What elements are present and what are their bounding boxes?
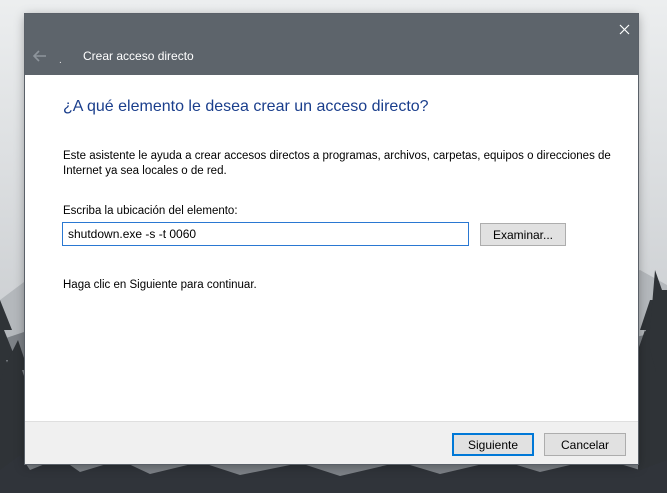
window-title: Crear acceso directo bbox=[83, 49, 194, 63]
continue-hint: Haga clic en Siguiente para continuar. bbox=[63, 279, 257, 291]
page-heading: ¿A qué elemento le desea crear un acceso… bbox=[63, 98, 429, 115]
location-label: Escriba la ubicación del elemento: bbox=[63, 205, 238, 217]
back-button[interactable] bbox=[31, 48, 49, 64]
next-button[interactable]: Siguiente bbox=[452, 433, 534, 456]
shortcut-icon: . bbox=[59, 55, 62, 66]
back-arrow-icon bbox=[33, 50, 46, 62]
close-icon bbox=[619, 24, 629, 34]
description-text: Este asistente le ayuda a crear accesos … bbox=[63, 150, 611, 177]
browse-button[interactable]: Examinar... bbox=[480, 223, 566, 246]
location-input[interactable] bbox=[62, 222, 469, 246]
close-button[interactable] bbox=[610, 14, 638, 44]
dialog-footer: Siguiente Cancelar bbox=[25, 421, 638, 464]
title-bar: . Crear acceso directo bbox=[25, 14, 638, 75]
cancel-button[interactable]: Cancelar bbox=[544, 433, 626, 456]
create-shortcut-dialog: . Crear acceso directo ¿A qué elemento l… bbox=[25, 14, 638, 464]
